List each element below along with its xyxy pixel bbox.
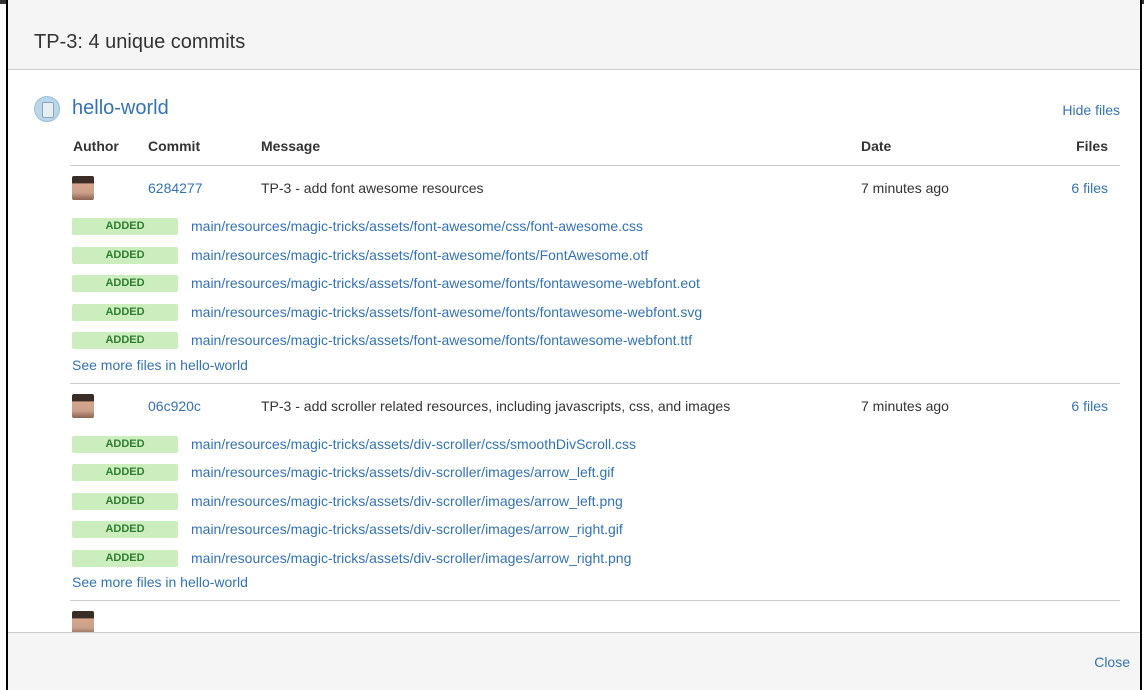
file-path-link[interactable]: main/resources/magic-tricks/assets/div-s…: [191, 464, 614, 480]
file-row: ADDED main/resources/magic-tricks/assets…: [70, 326, 1120, 355]
file-row: ADDED main/resources/magic-tricks/assets…: [70, 298, 1120, 327]
dialog-content[interactable]: hello-world Hide files Author Commit Mes…: [8, 70, 1140, 632]
added-badge: ADDED: [72, 549, 178, 567]
commit-files-link[interactable]: 6 files: [1071, 180, 1108, 196]
avatar[interactable]: [72, 176, 94, 200]
commit-date: 7 minutes ago: [861, 397, 949, 414]
commit-hash-link[interactable]: 06c920c: [148, 398, 201, 414]
file-row: ADDED main/resources/magic-tricks/assets…: [70, 487, 1120, 516]
close-button[interactable]: Close: [1094, 654, 1130, 670]
file-path-link[interactable]: main/resources/magic-tricks/assets/div-s…: [191, 436, 636, 452]
file-path-link[interactable]: main/resources/magic-tricks/assets/div-s…: [191, 550, 631, 566]
repo-header: hello-world Hide files: [30, 94, 1120, 126]
commit-message: TP-3 - add scroller related resources, i…: [261, 397, 731, 414]
file-path-link[interactable]: main/resources/magic-tricks/assets/font-…: [191, 332, 692, 348]
avatar[interactable]: [72, 611, 94, 632]
file-path-link[interactable]: main/resources/magic-tricks/assets/div-s…: [191, 521, 623, 537]
added-badge: ADDED: [72, 435, 178, 453]
file-row: ADDED main/resources/magic-tricks/assets…: [70, 269, 1120, 298]
added-badge: ADDED: [72, 246, 178, 264]
see-more-files-link[interactable]: See more files in hello-world: [70, 572, 1120, 600]
commit-files-link[interactable]: 6 files: [1071, 398, 1108, 414]
file-row: ADDED main/resources/magic-tricks/assets…: [70, 212, 1120, 241]
see-more-files-link[interactable]: See more files in hello-world: [70, 355, 1120, 383]
header-author: Author: [73, 138, 119, 154]
added-badge: ADDED: [72, 218, 178, 235]
file-path-link[interactable]: main/resources/magic-tricks/assets/font-…: [191, 247, 648, 263]
added-badge: ADDED: [72, 464, 178, 481]
commits-dialog: TP-3: 4 unique commits hello-world Hide …: [6, 0, 1142, 690]
commit-hash-link[interactable]: 6284277: [148, 180, 203, 196]
table-row: [70, 601, 1120, 632]
file-row: ADDED main/resources/magic-tricks/assets…: [70, 430, 1120, 459]
table-header: Author Commit Message Date Files: [70, 130, 1120, 166]
header-files: Files: [1076, 138, 1108, 154]
file-row: ADDED main/resources/magic-tricks/assets…: [70, 544, 1120, 573]
file-path-link[interactable]: main/resources/magic-tricks/assets/font-…: [191, 218, 643, 234]
header-message: Message: [261, 138, 321, 154]
dialog-title: TP-3: 4 unique commits: [34, 31, 246, 53]
added-badge: ADDED: [72, 275, 178, 292]
commit-block: 6284277 TP-3 - add font awesome resource…: [70, 166, 1120, 384]
commit-message: TP-3 - add font awesome resources: [261, 180, 484, 196]
file-path-link[interactable]: main/resources/magic-tricks/assets/font-…: [191, 275, 700, 291]
file-row: ADDED main/resources/magic-tricks/assets…: [70, 458, 1120, 487]
repo-name-link[interactable]: hello-world: [72, 97, 169, 120]
commit-date: 7 minutes ago: [861, 180, 949, 196]
file-path-link[interactable]: main/resources/magic-tricks/assets/div-s…: [191, 493, 623, 509]
file-row: ADDED main/resources/magic-tricks/assets…: [70, 515, 1120, 544]
dialog-header: TP-3: 4 unique commits: [8, 0, 1140, 70]
added-badge: ADDED: [72, 332, 178, 349]
added-badge: ADDED: [72, 492, 178, 510]
hide-files-link[interactable]: Hide files: [1062, 102, 1120, 118]
header-date: Date: [861, 138, 892, 154]
commit-block: 06c920c TP-3 - add scroller related reso…: [70, 384, 1120, 601]
dialog-footer: Close: [8, 632, 1140, 690]
added-badge: ADDED: [72, 521, 178, 538]
commits-table: Author Commit Message Date Files 6284277…: [70, 130, 1120, 632]
added-badge: ADDED: [72, 303, 178, 321]
table-row: 06c920c TP-3 - add scroller related reso…: [70, 384, 1120, 430]
repository-icon: [34, 96, 60, 122]
file-row: ADDED main/resources/magic-tricks/assets…: [70, 241, 1120, 270]
table-row: 6284277 TP-3 - add font awesome resource…: [70, 166, 1120, 212]
header-commit: Commit: [148, 138, 201, 154]
file-path-link[interactable]: main/resources/magic-tricks/assets/font-…: [191, 304, 702, 320]
avatar[interactable]: [72, 393, 94, 418]
